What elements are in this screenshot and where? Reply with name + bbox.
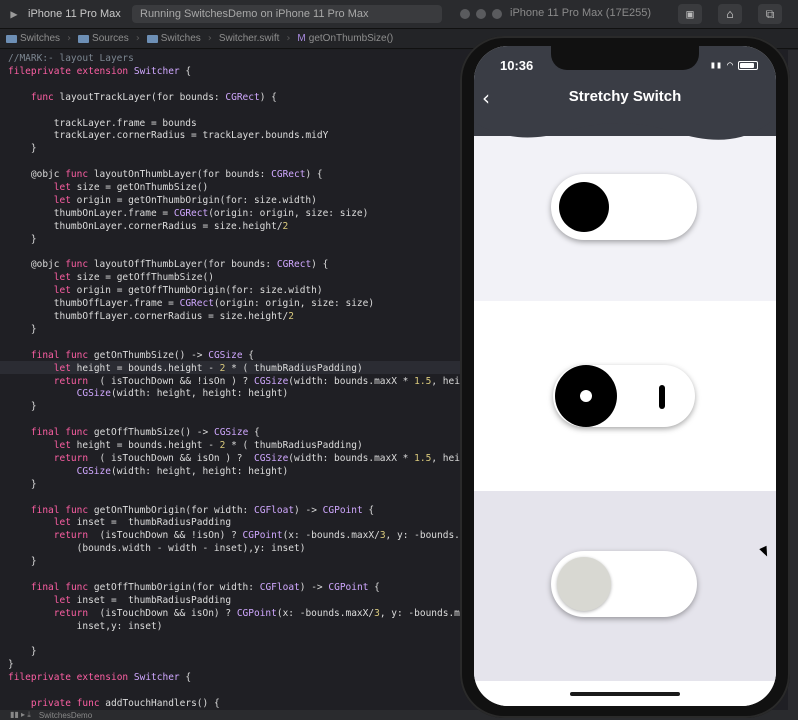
switch-thumb — [557, 557, 611, 611]
stretchy-switch-3[interactable] — [551, 551, 697, 617]
code-line: let height = bounds.height - 2 * ( thumb… — [53, 362, 363, 374]
battery-icon — [738, 61, 758, 70]
code-line: } — [8, 233, 37, 245]
simulator-screen: 10:36 ▮▮ ◠ ‹ Stretchy Switch — [474, 46, 776, 706]
code-line: let size = getOnThumbSize() — [53, 182, 209, 193]
code-line: thumbOffLayer.frame = CGRect(origin: ori… — [8, 298, 375, 310]
folder-icon — [78, 34, 90, 43]
status-text: Running SwitchesDemo on iPhone 11 Pro Ma… — [140, 8, 369, 20]
code-line: } — [8, 556, 37, 568]
code-line: (bounds.width - width - inset),y: inset) — [8, 543, 306, 555]
breadcrumb-switches[interactable]: Switches — [6, 33, 60, 44]
breadcrumb-method[interactable]: MgetOnThumbSize() — [297, 33, 393, 44]
code-line: let inset = thumbRadiusPadding — [53, 517, 232, 529]
stretchy-switch-1[interactable] — [551, 174, 697, 240]
code-line: let size = getOffThumbSize() — [53, 272, 214, 284]
code-line: thumbOffLayer.cornerRadius = size.height… — [8, 311, 294, 322]
chevron-right-icon: › — [66, 33, 73, 44]
chevron-right-icon: › — [206, 33, 213, 44]
code-line: } — [8, 323, 37, 335]
xcode-toolbar: ▶ iPhone 11 Pro Max Running SwitchesDemo… — [0, 0, 798, 29]
code-line: return ( isTouchDown && isOn ) ? CGSize(… — [53, 452, 466, 464]
switch-section-1 — [474, 136, 776, 301]
code-line: final func getOnThumbOrigin(for width: C… — [30, 504, 375, 516]
code-line: thumbOnLayer.cornerRadius = size.height/… — [8, 220, 289, 232]
code-line: let origin = getOnThumbOrigin(for: size.… — [53, 194, 317, 206]
close-dot-icon[interactable] — [460, 9, 470, 19]
breadcrumb-sources[interactable]: Sources — [78, 33, 129, 44]
code-line: //MARK:- layout Layers — [8, 53, 134, 64]
device-notch — [551, 46, 699, 70]
rotate-icon[interactable]: ⧉ — [758, 4, 782, 24]
app-icon[interactable]: ▶ — [6, 6, 22, 22]
folder-icon — [6, 34, 17, 43]
code-line: inset,y: inset) — [8, 620, 163, 632]
simulator-title: iPhone 11 Pro Max (17E255) — [510, 7, 652, 19]
code-line: fileprivate extension Switcher { — [8, 672, 192, 684]
chevron-right-icon: › — [285, 33, 292, 44]
status-bar-icons: ▮▮ ◠ — [710, 60, 758, 71]
code-line: thumbOnLayer.frame = CGRect(origin: orig… — [8, 207, 369, 219]
switch-thumb — [559, 182, 609, 232]
debug-target: SwitchesDemo — [38, 710, 93, 720]
code-line: CGSize(width: height, height: height) — [76, 388, 289, 400]
code-line: } — [8, 143, 37, 155]
code-line: return ( isTouchDown && !isOn ) ? CGSize… — [53, 375, 466, 387]
method-icon: M — [297, 33, 306, 44]
code-line: } — [8, 659, 14, 671]
debug-controls[interactable]: ▮▮ ▸ ⤓ — [10, 710, 31, 720]
nav-wave-shape — [474, 108, 776, 140]
code-line: @objc func layoutOffThumbLayer(for bound… — [8, 259, 329, 271]
code-line: private func addTouchHandlers() { — [30, 698, 220, 709]
code-line: return (isTouchDown && !isOn) ? CGPoint(… — [53, 530, 466, 542]
signal-icon: ▮▮ — [709, 60, 722, 71]
scheme-selector[interactable]: iPhone 11 Pro Max — [28, 8, 121, 20]
code-line: } — [8, 401, 37, 413]
code-line: return (isTouchDown && isOn) ? CGPoint(x… — [53, 607, 466, 619]
breadcrumb-switches-folder[interactable]: Switches — [146, 33, 201, 44]
code-line: final func getOffThumbOrigin(for width: … — [30, 581, 380, 593]
code-line: fileprivate extension Switcher { — [8, 65, 192, 77]
code-line: trackLayer.frame = bounds — [8, 117, 197, 129]
folder-icon — [146, 34, 158, 43]
screenshot-icon[interactable]: ▣ — [678, 4, 702, 24]
code-line: let origin = getOffThumbOrigin(for: size… — [53, 285, 323, 297]
code-line: let height = bounds.height - 2 * ( thumb… — [53, 440, 363, 451]
off-indicator-bar — [659, 385, 665, 409]
code-line: final func getOffThumbSize() -> CGSize { — [30, 427, 260, 439]
code-line: final func getOnThumbSize() -> CGSize { — [30, 349, 255, 361]
home-indicator[interactable] — [570, 692, 680, 696]
switch-section-3 — [474, 491, 776, 681]
switch-thumb — [555, 365, 617, 427]
zoom-dot-icon[interactable] — [492, 9, 502, 19]
code-line: let inset = thumbRadiusPadding — [53, 594, 232, 606]
code-line: } — [8, 478, 37, 490]
chevron-right-icon: › — [134, 33, 141, 44]
code-line: CGSize(width: height, height: height) — [76, 465, 289, 477]
wifi-icon: ◠ — [726, 60, 733, 71]
switch-section-2 — [474, 301, 776, 491]
on-indicator-dot — [580, 390, 592, 402]
code-line: } — [8, 646, 37, 658]
activity-status: Running SwitchesDemo on iPhone 11 Pro Ma… — [132, 5, 442, 23]
stretchy-switch-2[interactable] — [553, 365, 695, 427]
minimize-dot-icon[interactable] — [476, 9, 486, 19]
code-line: @objc func layoutOnThumbLayer(for bounds… — [8, 169, 323, 181]
code-line: func layoutTrackLayer(for bounds: CGRect… — [30, 91, 277, 103]
window-controls — [460, 9, 502, 19]
status-bar-time: 10:36 — [500, 58, 534, 73]
home-icon[interactable]: ⌂ — [718, 4, 742, 24]
nav-title: Stretchy Switch — [568, 88, 682, 105]
breadcrumb-file[interactable]: Switcher.swift — [219, 33, 280, 44]
code-line: trackLayer.cornerRadius = trackLayer.bou… — [8, 130, 329, 142]
